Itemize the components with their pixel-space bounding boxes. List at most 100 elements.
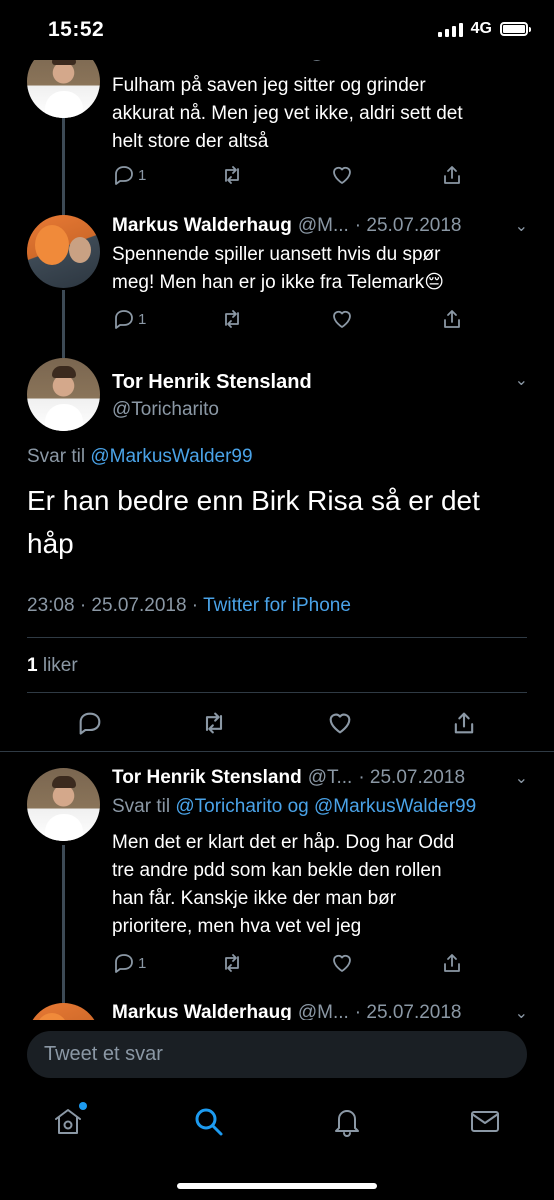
divider (0, 751, 554, 752)
tweet-date: · 25.07.2018 (358, 767, 466, 788)
reply-button[interactable] (76, 709, 104, 742)
client-link[interactable]: Twitter for iPhone (203, 595, 351, 616)
thread-line (62, 290, 65, 358)
tab-search[interactable] (191, 1104, 227, 1140)
tweet-timestamp: 23:08 · 25.07.2018 · (27, 595, 199, 616)
tab-home[interactable] (51, 1102, 87, 1140)
tweet-meta: 23:08 · 25.07.2018 · Twitter for iPhone (27, 595, 351, 617)
messages-icon (471, 1111, 499, 1132)
chevron-down-icon[interactable]: ⌄ (515, 370, 528, 390)
tweet-date: · 25.07.2018 (354, 215, 462, 236)
author-name: Tor Henrik Stensland (112, 767, 302, 788)
reply-icon (115, 954, 133, 973)
mention-link[interactable]: @Toricharito (175, 796, 282, 817)
mention-link[interactable]: @MarkusWalder99 (90, 446, 252, 467)
likes-summary[interactable]: 1 liker (27, 655, 78, 677)
author-name: Markus Walderhaug (112, 215, 292, 236)
reply-button[interactable]: 1 (112, 307, 146, 331)
tab-messages[interactable] (468, 1104, 504, 1140)
share-button[interactable] (440, 951, 464, 975)
heart-icon (333, 166, 351, 184)
heart-icon (329, 713, 351, 734)
like-button[interactable] (326, 709, 354, 742)
like-button[interactable] (330, 163, 354, 187)
share-button[interactable] (450, 709, 478, 742)
like-button[interactable] (330, 951, 354, 975)
tweet-text: Er han bedre enn Birk Risa så er det håp (27, 479, 524, 565)
tweet-actions: 1 (112, 951, 472, 977)
reply-icon (79, 712, 101, 735)
reply-count: 1 (138, 954, 147, 972)
home-indicator (177, 1183, 377, 1189)
avatar[interactable] (27, 358, 100, 431)
conversation-feed[interactable]: Tor Henrik Stensland @T... 25.07.2018 ⌄ … (0, 0, 554, 1020)
thread-line (62, 110, 65, 225)
chevron-down-icon[interactable]: ⌄ (515, 1003, 528, 1020)
retweet-icon (205, 712, 223, 734)
share-icon (444, 954, 460, 972)
likes-label: liker (42, 655, 78, 676)
chevron-down-icon[interactable]: ⌄ (515, 768, 528, 788)
divider (27, 692, 527, 693)
avatar[interactable] (27, 1003, 100, 1020)
heart-icon (333, 310, 351, 328)
tweet-text: Fulham på saven jeg sitter og grinder ak… (112, 72, 520, 156)
status-time: 15:52 (48, 18, 105, 41)
tweet-text-line: Er han bedre enn Birk Risa så er det (27, 485, 480, 516)
share-icon (444, 166, 460, 184)
reply-context: Svar til @MarkusWalder99 (27, 446, 253, 468)
chevron-down-icon[interactable]: ⌄ (515, 216, 528, 236)
mention-link[interactable]: @MarkusWalder99 (314, 796, 476, 817)
author-handle: @M... (297, 215, 349, 236)
network-type: 4G (470, 20, 492, 37)
tab-notifications[interactable] (330, 1104, 366, 1140)
reply-prefix: Svar til (27, 446, 86, 467)
notifications-icon (335, 1110, 359, 1137)
new-content-dot (79, 1102, 87, 1110)
focus-actions (0, 709, 554, 739)
tweet-text-line: håp (27, 528, 74, 559)
avatar[interactable] (27, 768, 100, 841)
tweet-text-line: han får. Kanskje ikke der man bør (112, 888, 397, 909)
share-icon (454, 712, 474, 734)
signal-icon (437, 21, 463, 37)
tweet-date: · 25.07.2018 (354, 1002, 462, 1020)
reply-context: Svar til @Toricharito og @MarkusWalder99 (112, 796, 534, 818)
retweet-icon (225, 954, 239, 972)
avatar[interactable] (27, 215, 100, 288)
tweet-text: Spennende spiller uansett hvis du spør m… (112, 241, 520, 297)
author-handle: @Toricharito (112, 399, 219, 420)
tweet-text-line: Men det er klart det er håp. Dog har Odd (112, 832, 455, 853)
like-button[interactable] (330, 307, 354, 331)
compose-placeholder: Tweet et svar (44, 1043, 163, 1065)
tweet-text-line: meg! Men han er jo ikke fra Telemark😔 (112, 272, 445, 293)
reply-prefix: Svar til (112, 796, 171, 817)
author-handle: @M... (297, 1002, 349, 1020)
share-button[interactable] (440, 163, 464, 187)
likes-count: 1 (27, 655, 38, 676)
author-name: Tor Henrik Stensland (112, 371, 312, 393)
share-icon (444, 310, 460, 328)
retweet-icon (225, 310, 239, 328)
retweet-icon (225, 166, 239, 184)
retweet-button[interactable] (220, 163, 244, 187)
author-name: Markus Walderhaug (112, 1002, 292, 1020)
reply-compose-input[interactable]: Tweet et svar (27, 1031, 527, 1078)
tweet-text-line: prioritere, men hva vet vel jeg (112, 916, 362, 937)
retweet-button[interactable] (220, 307, 244, 331)
heart-icon (333, 954, 351, 972)
battery-icon (500, 22, 531, 36)
retweet-button[interactable] (200, 709, 228, 742)
reply-icon (115, 166, 133, 185)
retweet-button[interactable] (220, 951, 244, 975)
reply-count: 1 (138, 166, 147, 184)
author-handle: @T... (307, 767, 353, 788)
share-button[interactable] (440, 307, 464, 331)
tweet-text-line: helt store der altså (112, 131, 269, 152)
reply-button[interactable]: 1 (112, 163, 146, 187)
tweet-text-line: akkurat nå. Men jeg vet ikke, aldri sett… (112, 103, 463, 124)
reply-button[interactable]: 1 (112, 951, 146, 975)
reply-icon (115, 310, 133, 329)
tweet-text: Men det er klart det er håp. Dog har Odd… (112, 829, 520, 941)
divider (27, 637, 527, 638)
